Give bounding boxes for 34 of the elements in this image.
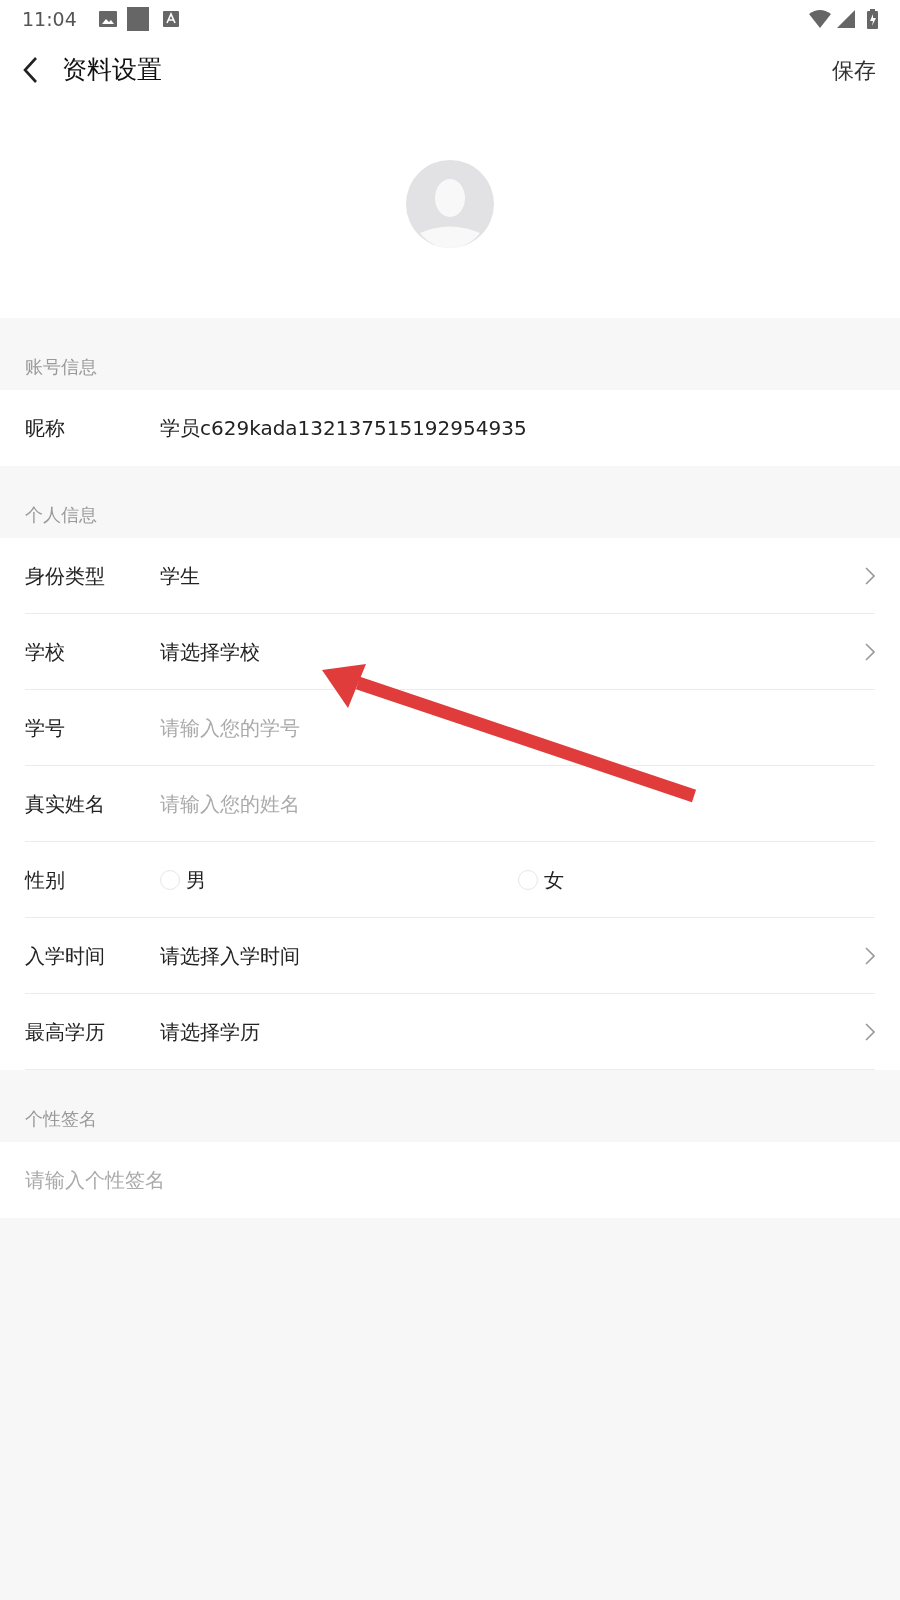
- select-field[interactable]: 请选择入学时间: [160, 940, 865, 971]
- signal-icon: [837, 10, 855, 28]
- field-label: 最高学历: [25, 1018, 106, 1046]
- wifi-icon: [809, 10, 831, 28]
- select-field[interactable]: 请选择学校: [160, 636, 865, 667]
- square-icon: [126, 7, 149, 31]
- back-icon[interactable]: [22, 56, 38, 84]
- battery-icon: [867, 9, 878, 29]
- page-title: 资料设置: [62, 54, 162, 87]
- section-title: 账号信息: [25, 355, 97, 379]
- radio-option[interactable]: 女: [517, 864, 875, 895]
- radio-option[interactable]: 男: [160, 864, 518, 895]
- section-title: 个人信息: [25, 503, 97, 527]
- field-label: 学校: [25, 638, 66, 666]
- save-button[interactable]: 保存: [832, 53, 876, 87]
- field-label: 学号: [25, 714, 66, 742]
- field-label: 身份类型: [25, 562, 106, 590]
- field-label: 入学时间: [25, 942, 106, 970]
- field-label: 真实姓名: [25, 790, 106, 818]
- input-field[interactable]: 请输入您的学号: [160, 712, 660, 743]
- section-title: 个性签名: [25, 1107, 97, 1131]
- field-label: 昵称: [25, 415, 66, 442]
- chevron-right-icon: [865, 566, 875, 585]
- font-icon: [162, 11, 179, 27]
- field-label: 性别: [25, 866, 66, 894]
- select-field[interactable]: 请选择学历: [160, 1016, 865, 1047]
- input-field[interactable]: 请输入您的姓名: [160, 788, 660, 819]
- chevron-right-icon: [865, 642, 875, 661]
- select-field[interactable]: 学生: [160, 560, 865, 591]
- chevron-right-icon: [865, 946, 875, 965]
- image-icon: [98, 11, 117, 27]
- field-value: 学员c629kada132137515192954935: [160, 415, 527, 442]
- chevron-right-icon: [865, 1022, 875, 1041]
- status-time: 11:04: [22, 6, 77, 32]
